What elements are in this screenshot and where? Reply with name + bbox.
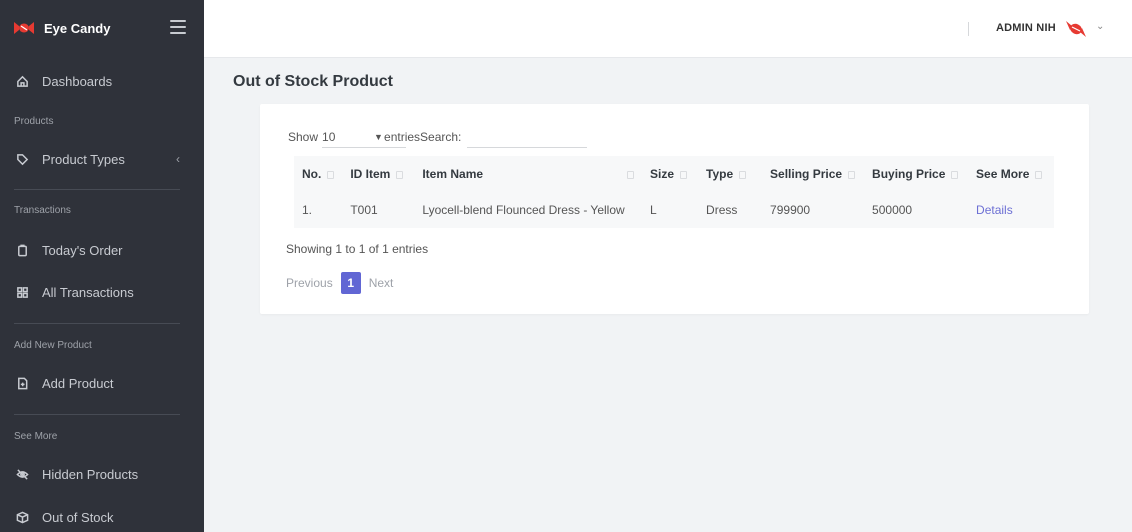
column-header-no[interactable]: No. (294, 156, 343, 192)
chevron-down-icon[interactable]: ⌄ (1096, 21, 1104, 32)
column-header-size[interactable]: Size (642, 156, 699, 192)
sort-icon (951, 170, 959, 179)
column-header-selling-price[interactable]: Selling Price (762, 156, 865, 192)
show-label: Show (288, 130, 319, 144)
cell-type: Dress (706, 203, 738, 217)
cell-size: L (650, 203, 657, 217)
sort-icon (327, 170, 335, 179)
cell-no: 1. (302, 203, 313, 217)
sidebar-item-dashboards[interactable]: Dashboards (0, 69, 204, 93)
brand-name: Eye Candy (44, 20, 111, 36)
sidebar-divider (14, 189, 180, 190)
sort-icon (396, 170, 404, 179)
sidebar-item-todays-order[interactable]: Today's Order (0, 238, 204, 262)
table-info: Showing 1 to 1 of 1 entries (286, 242, 429, 256)
next-button[interactable]: Next (369, 276, 394, 290)
cell-item-name: Lyocell-blend Flounced Dress - Yellow (422, 203, 625, 217)
sidebar-item-label: Dashboards (42, 73, 113, 89)
home-icon (15, 74, 29, 88)
grid-icon (15, 285, 29, 299)
sidebar-item-label: All Transactions (42, 284, 134, 300)
sidebar-item-hidden-products[interactable]: Hidden Products (0, 462, 204, 486)
sidebar: Eye Candy Dashboards Products Product Ty… (0, 0, 204, 532)
section-label-products: Products (14, 116, 54, 127)
cell-see-more: Details (968, 192, 1054, 228)
cell-id-item: T001 (350, 203, 378, 217)
section-label-see-more: See More (14, 431, 58, 442)
sidebar-item-product-types[interactable]: Product Types ‹ (0, 147, 204, 171)
box-icon (15, 510, 29, 524)
sidebar-item-out-of-stock[interactable]: Out of Stock (0, 505, 204, 529)
sidebar-item-label: Out of Stock (42, 509, 114, 525)
section-label-transactions: Transactions (14, 205, 71, 216)
sort-icon (680, 170, 688, 179)
section-label-add-new-product: Add New Product (14, 340, 92, 351)
search-input[interactable] (467, 126, 588, 148)
column-header-type[interactable]: Type (698, 156, 763, 192)
sidebar-item-label: Product Types (42, 151, 125, 167)
table-row: 1. T001 Lyocell-blend Flounced Dress - Y… (294, 192, 1054, 228)
column-header-id-item[interactable]: ID Item (342, 156, 415, 192)
entries-label: entries (384, 129, 421, 144)
header-separator (968, 22, 969, 36)
column-header-item-name[interactable]: Item Name (414, 156, 643, 192)
top-header: ADMIN NIH ⌄ (204, 0, 1132, 58)
sidebar-divider (14, 323, 180, 324)
menu-toggle-icon[interactable] (170, 20, 186, 34)
details-link[interactable]: Details (976, 203, 1013, 217)
page-title: Out of Stock Product (233, 73, 393, 90)
admin-name[interactable]: ADMIN NIH (996, 22, 1056, 34)
sidebar-divider (14, 414, 180, 415)
table-controls: Show 10 ▼ entries Search: (288, 126, 588, 148)
sidebar-item-label: Add Product (42, 375, 114, 391)
sidebar-item-label: Hidden Products (42, 466, 139, 482)
cell-selling-price: 799900 (770, 203, 811, 217)
chevron-left-icon: ‹ (176, 152, 180, 166)
sort-icon (739, 170, 747, 179)
sort-icon (848, 170, 856, 179)
column-header-see-more[interactable]: See More (968, 156, 1054, 192)
candy-avatar-icon[interactable] (1064, 18, 1088, 40)
content-card: Show 10 ▼ entries Search: No. ID Item It… (260, 104, 1089, 314)
search-label: Search: (420, 130, 462, 144)
pagination: Previous 1 Next (286, 272, 393, 294)
brand[interactable]: Eye Candy (0, 0, 204, 56)
page-button-1[interactable]: 1 (340, 272, 361, 294)
sidebar-item-add-product[interactable]: Add Product (0, 371, 204, 395)
sort-icon (1035, 170, 1043, 179)
candy-logo-icon (14, 20, 34, 36)
clipboard-icon (15, 243, 29, 257)
table-header-row: No. ID Item Item Name Size Type Selling … (294, 156, 1054, 192)
entries-length-value: 10 (322, 129, 336, 144)
previous-button[interactable]: Previous (286, 276, 333, 290)
sidebar-item-label: Today's Order (42, 242, 123, 258)
sidebar-item-all-transactions[interactable]: All Transactions (0, 280, 204, 304)
eye-off-icon (15, 467, 29, 481)
column-header-buying-price[interactable]: Buying Price (864, 156, 969, 192)
entries-length-select[interactable]: 10 ▼ entries (322, 126, 420, 148)
file-plus-icon (15, 376, 29, 390)
cell-buying-price: 500000 (872, 203, 913, 217)
tag-icon (15, 152, 29, 166)
sort-icon (627, 170, 635, 179)
caret-down-icon: ▼ (374, 131, 383, 142)
products-table: No. ID Item Item Name Size Type Selling … (294, 156, 1054, 228)
